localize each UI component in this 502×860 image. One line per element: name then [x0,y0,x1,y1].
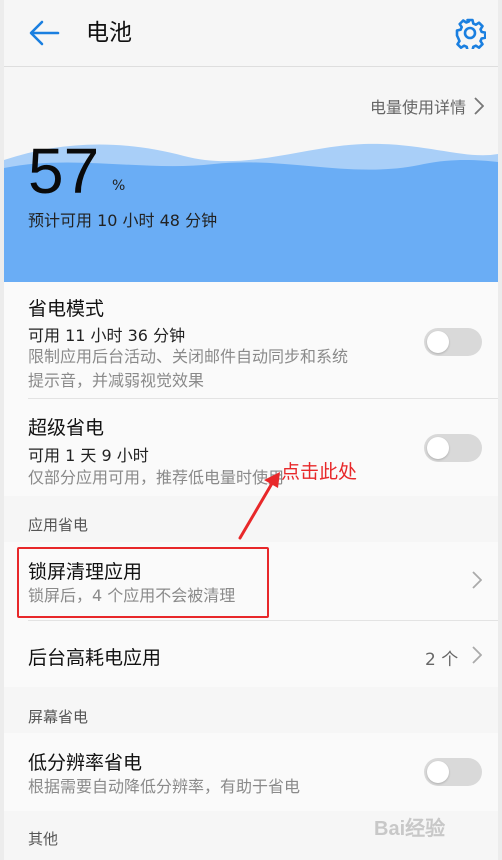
page-title: 电池 [86,20,132,46]
power-saving-toggle[interactable] [424,328,482,356]
section-screen-saving: 屏幕省电 [28,708,89,726]
arrow-left-icon[interactable] [28,19,60,47]
bg-high-usage-title: 后台高耗电应用 [28,647,162,669]
power-saving-desc-line2: 提示音，并减弱视觉效果 [28,371,205,390]
battery-screen: 电池 电量使用详情 57 % 预计可用 10 小时 48 分钟 省电模式 可用 … [4,0,498,860]
power-saving-time: 可用 11 小时 36 分钟 [28,326,186,345]
power-saving-desc-line1: 限制应用后台活动、关闭邮件自动同步和系统 [28,347,349,366]
ultra-saving-title: 超级省电 [28,417,105,439]
low-res-desc: 根据需要自动降低分辨率，有助于省电 [28,777,301,796]
usage-detail-link[interactable]: 电量使用详情 [370,94,484,118]
power-saving-row[interactable]: 省电模式 可用 11 小时 36 分钟 限制应用后台活动、关闭邮件自动同步和系统… [4,282,498,396]
battery-remaining-time: 预计可用 10 小时 48 分钟 [28,211,218,230]
screen-saving-card: 低分辨率省电 根据需要自动降低分辨率，有助于省电 [4,733,498,811]
battery-percent-unit: % [112,178,126,194]
power-saving-title: 省电模式 [28,298,105,320]
app-header: 电池 [4,0,498,67]
chevron-right-icon [472,646,482,664]
gear-icon[interactable] [454,17,486,49]
annotation-click-here: 点击此处 [281,461,358,483]
watermark: Bai经验 [374,818,446,840]
ultra-saving-time: 可用 1 天 9 小时 [28,446,149,465]
annotation-highlight-box [17,547,269,618]
low-res-title: 低分辨率省电 [28,752,143,774]
usage-detail-label: 电量使用详情 [369,98,466,117]
saving-modes-card: 省电模式 可用 11 小时 36 分钟 限制应用后台活动、关闭邮件自动同步和系统… [4,282,498,496]
battery-percent: 57 [28,135,100,207]
ultra-saving-toggle[interactable] [424,434,482,462]
low-res-row[interactable]: 低分辨率省电 根据需要自动降低分辨率，有助于省电 [4,733,498,811]
bg-high-usage-row[interactable]: 后台高耗电应用 2 个 [4,621,498,687]
chevron-right-icon [474,97,484,115]
bg-high-usage-count: 2 个 [425,650,459,670]
power-saving-desc: 限制应用后台活动、关闭邮件自动同步和系统 提示音，并减弱视觉效果 [28,345,408,393]
chevron-right-icon [472,571,482,589]
low-res-toggle[interactable] [424,758,482,786]
section-other: 其他 [28,830,59,848]
section-app-saving: 应用省电 [28,516,89,534]
